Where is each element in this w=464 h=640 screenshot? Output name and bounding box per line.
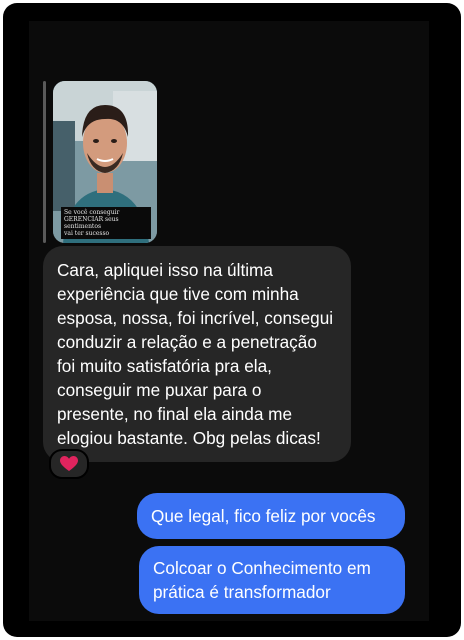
phone-screen: Se você conseguir GERENCIAR seus sentime… <box>3 3 461 637</box>
reply-indicator-line <box>43 81 46 243</box>
reaction-badge[interactable] <box>49 449 89 479</box>
received-message[interactable]: Cara, apliquei isso na última experiênci… <box>43 246 351 462</box>
heart-icon <box>60 456 78 471</box>
story-thumbnail[interactable]: Se você conseguir GERENCIAR seus sentime… <box>53 81 157 243</box>
sent-message[interactable]: Que legal, fico feliz por vocês <box>137 493 405 539</box>
story-caption: Se você conseguir GERENCIAR seus sentime… <box>61 207 151 239</box>
sent-message[interactable]: Colcoar o Conhecimento em prática é tran… <box>139 546 405 614</box>
